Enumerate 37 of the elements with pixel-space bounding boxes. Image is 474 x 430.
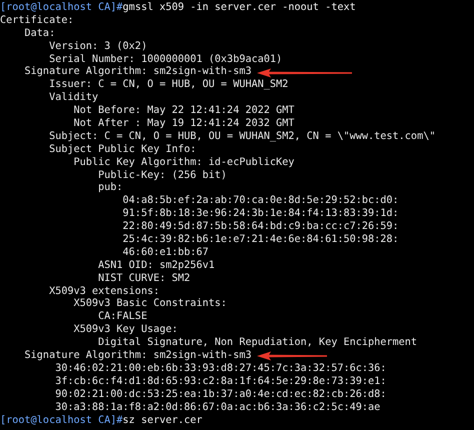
command-text: gmssl x509 -in server.cer -noout -text xyxy=(122,2,356,15)
output-line: Not Before: May 22 12:41:24 2022 GMT xyxy=(72,105,294,118)
output-line: 30:a3:88:1a:f8:a2:0d:86:67:0a:ac:b6:3a:36:c2:5c:49:ae xyxy=(54,402,380,415)
output-line: Issuer: C = CN, O = HUB, OU = WUHAN_SM2 xyxy=(48,79,288,92)
output-line: Not After : May 19 12:41:24 2032 GMT xyxy=(72,118,294,131)
output-line: X509v3 Key Usage: xyxy=(72,324,178,337)
output-line: 04:a8:5b:ef:2a:ab:70:ca:0e:8d:5e:29:52:bc:d0: xyxy=(122,195,399,208)
shell-prompt: [root@localhost CA]# xyxy=(0,2,123,15)
output-line: Validity xyxy=(48,92,98,106)
output-line: pub: xyxy=(97,182,123,196)
output-line: Subject Public Key Info: xyxy=(48,144,196,157)
output-line: Signature Algorithm: sm2sign-with-sm3 xyxy=(24,66,252,79)
output-line: Data: xyxy=(24,28,56,41)
command-text: sz server.cer xyxy=(122,414,202,428)
output-line: 91:5f:8b:18:3e:96:24:3b:1e:84:f4:13:83:39:1d: xyxy=(122,208,399,221)
output-line: 90:02:21:00:dc:53:25:ea:1b:37:a0:4e:cd:ec:82:cb:26:d8: xyxy=(54,388,386,402)
output-line: Public-Key: (256 bit) xyxy=(97,170,227,182)
output-line: Version: 3 (0x2) xyxy=(48,40,148,54)
output-line: Digital Signature, Non Repudiation, Key Encipherment xyxy=(97,337,418,350)
output-line: X509v3 Basic Constraints: xyxy=(72,298,227,311)
output-line: Signature Algorithm: sm2sign-with-sm3 xyxy=(24,350,252,363)
output-line: 46:60:e1:bb:67 xyxy=(122,246,209,260)
output-line: ASN1 OID: sm2p256v1 xyxy=(97,260,215,273)
arrow-icon xyxy=(257,68,352,78)
output-line: 30:46:02:21:00:eb:6b:33:93:d8:27:45:7c:3a:32:57:6c:36: xyxy=(54,362,386,376)
output-line: Subject: C = CN, O = HUB, OU = WUHAN_SM2, CN = \"www.test.com\" xyxy=(48,130,436,144)
output-line: NIST CURVE: SM2 xyxy=(97,272,190,286)
output-line: Certificate: xyxy=(0,14,74,28)
output-line: X509v3 extensions: xyxy=(48,286,160,298)
output-line: 3f:cb:6c:f4:d1:8d:65:93:c2:8a:1f:64:5e:29:8e:73:39:e1: xyxy=(54,376,386,389)
output-line: Serial Number: 1000000001 (0x3b9aca01) xyxy=(48,54,282,66)
arrow-icon xyxy=(257,351,328,362)
output-line: Public Key Algorithm: id-ecPublicKey xyxy=(72,156,294,170)
output-line: 25:4c:39:82:b6:1e:e7:21:4e:6e:84:61:50:98:28: xyxy=(122,234,399,247)
shell-prompt: [root@localhost CA]# xyxy=(0,414,123,428)
output-line: 22:80:49:5d:87:5b:58:64:bd:c9:ba:cc:c7:26:59: xyxy=(122,221,399,234)
output-line: CA:FALSE xyxy=(97,311,148,324)
